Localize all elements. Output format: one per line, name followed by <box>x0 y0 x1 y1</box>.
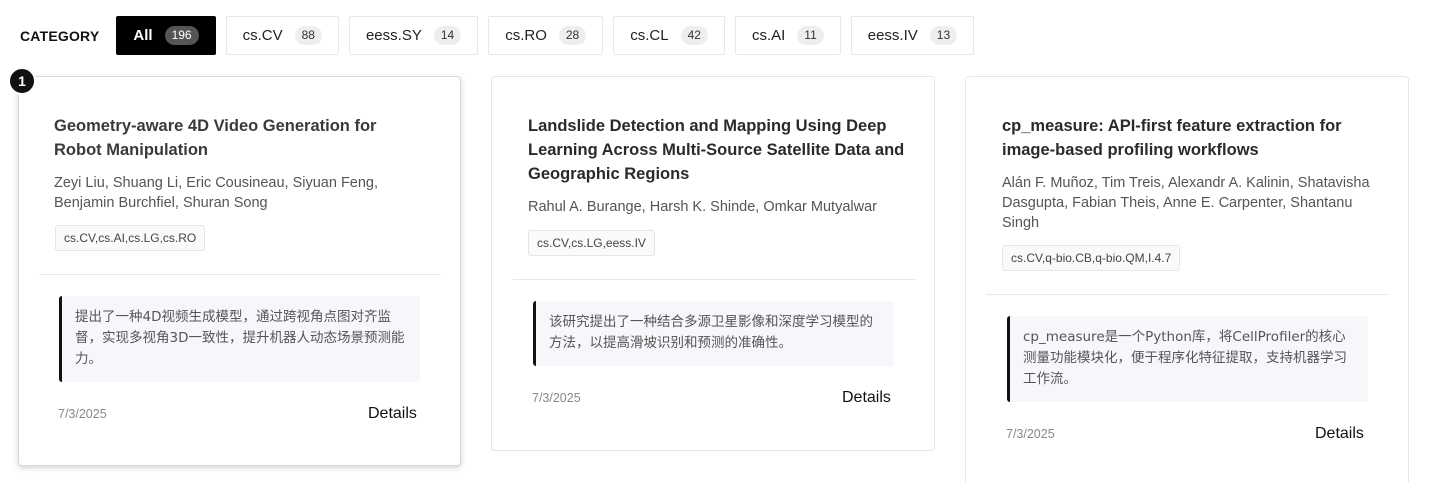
filter-chip-count: 13 <box>929 26 958 45</box>
paper-title[interactable]: cp_measure: API-first feature extraction… <box>1002 114 1372 162</box>
card-divider <box>513 279 915 280</box>
filter-chip-count: 42 <box>680 26 708 45</box>
paper-authors: Rahul A. Burange, Harsh K. Shinde, Omkar… <box>528 199 877 215</box>
paper-date: 7/3/2025 <box>532 391 581 405</box>
filter-chip-cs-ro[interactable]: cs.RO 28 <box>488 16 604 55</box>
filter-chip-count: 88 <box>294 26 322 45</box>
filter-chip-count: 196 <box>164 26 199 45</box>
selection-badge: 1 <box>8 67 36 95</box>
category-label: CATEGORY <box>20 27 100 44</box>
filter-chip-label: eess.SY <box>365 27 422 44</box>
paper-date: 7/3/2025 <box>1006 427 1055 441</box>
paper-summary: 提出了一种4D视频生成模型，通过跨视角点图对齐监督，实现多视角3D一致性，提升机… <box>59 296 420 382</box>
filter-chip-label: cs.CV <box>242 27 283 44</box>
filter-chip-cs-ai[interactable]: cs.AI 11 <box>734 16 841 55</box>
paper-summary: cp_measure是一个Python库，将CellProfiler的核心测量功… <box>1007 316 1368 402</box>
paper-card[interactable]: Landslide Detection and Mapping Using De… <box>491 76 935 451</box>
filter-chip-label: cs.AI <box>751 27 786 44</box>
paper-authors: Alán F. Muñoz, Tim Treis, Alexandr A. Ka… <box>1002 175 1370 231</box>
filter-chip-count: 28 <box>558 26 587 45</box>
filter-chip-eess-sy[interactable]: eess.SY 14 <box>348 16 479 55</box>
filter-chip-count: 11 <box>797 26 824 45</box>
category-tag: cs.CV,cs.LG,eess.IV <box>528 230 655 256</box>
filter-chip-label: All <box>133 27 153 44</box>
category-tag: cs.CV,q-bio.CB,q-bio.QM,I.4.7 <box>1002 245 1181 271</box>
card-divider <box>986 294 1389 295</box>
details-link[interactable]: Details <box>368 405 417 423</box>
filter-chip-eess-iv[interactable]: eess.IV 13 <box>850 16 975 55</box>
paper-card[interactable]: cp_measure: API-first feature extraction… <box>965 76 1409 482</box>
filter-chip-cs-cl[interactable]: cs.CL 42 <box>613 16 725 55</box>
category-filter-bar: CATEGORY All 196 cs.CV 88 eess.SY 14 cs.… <box>20 16 984 55</box>
filter-chip-cs-cv[interactable]: cs.CV 88 <box>225 16 339 55</box>
paper-title[interactable]: Landslide Detection and Mapping Using De… <box>528 114 918 186</box>
paper-card[interactable]: Geometry-aware 4D Video Generation for R… <box>18 76 461 466</box>
filter-chip-all[interactable]: All 196 <box>116 16 216 55</box>
paper-summary: 该研究提出了一种结合多源卫星影像和深度学习模型的方法，以提高滑坡识别和预测的准确… <box>533 301 894 366</box>
filter-chip-label: eess.IV <box>867 27 918 44</box>
filter-chip-label: cs.RO <box>505 27 547 44</box>
paper-authors: Zeyi Liu, Shuang Li, Eric Cousineau, Siy… <box>54 175 379 211</box>
details-link[interactable]: Details <box>1315 425 1364 443</box>
paper-title[interactable]: Geometry-aware 4D Video Generation for R… <box>54 114 414 162</box>
filter-chip-count: 14 <box>433 26 462 45</box>
card-divider <box>39 274 441 275</box>
category-tag: cs.CV,cs.AI,cs.LG,cs.RO <box>55 225 206 251</box>
details-link[interactable]: Details <box>842 389 891 407</box>
filter-chip-label: cs.CL <box>630 27 669 44</box>
paper-date: 7/3/2025 <box>58 407 107 421</box>
